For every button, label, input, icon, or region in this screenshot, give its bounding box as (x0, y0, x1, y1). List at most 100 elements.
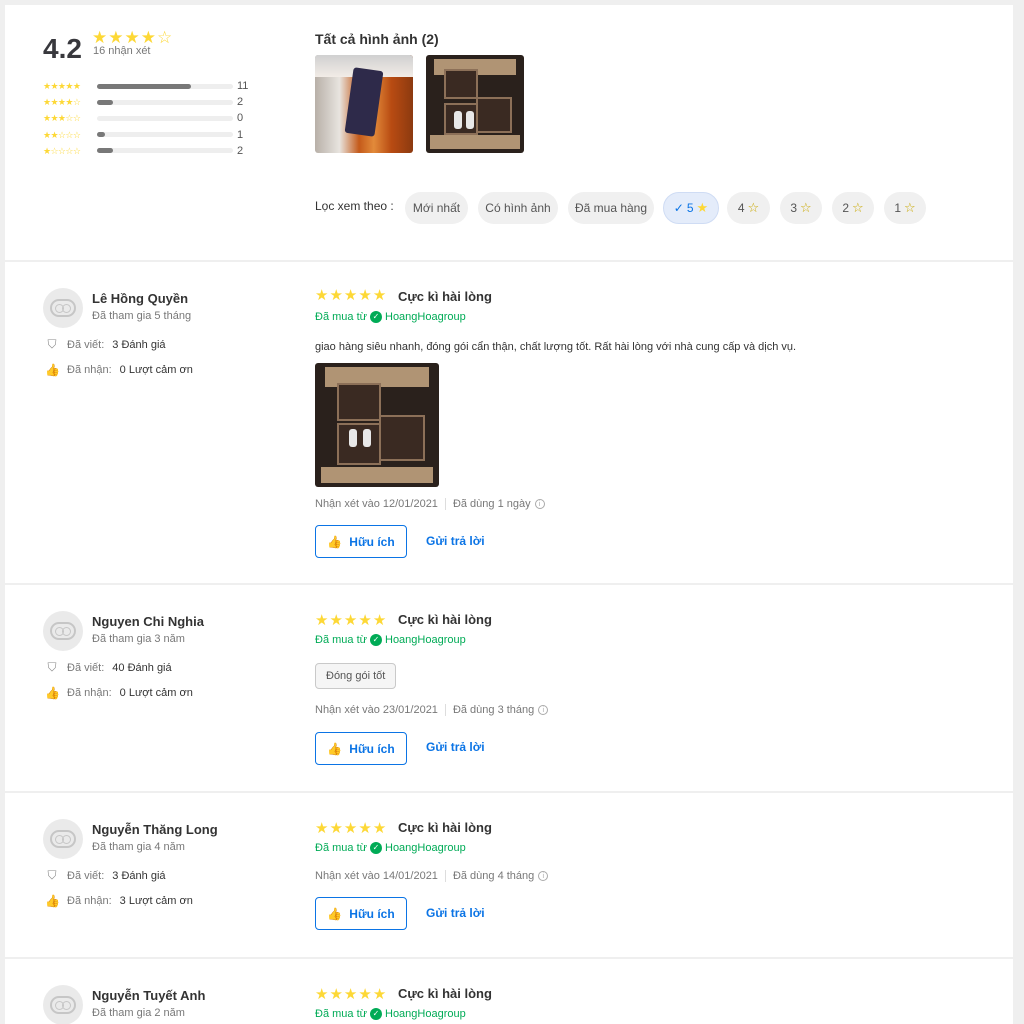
avatar-icon[interactable] (43, 611, 83, 651)
bought-from-label: Đã mua từ (315, 1008, 367, 1020)
thumbs-up-icon: 👍 (45, 363, 60, 377)
avatar-icon[interactable] (43, 819, 83, 859)
two-stars-icon: ★★☆☆☆ (43, 129, 81, 140)
four-stars-icon: ★★★★☆ (43, 97, 81, 108)
rating-summary-panel: 4.2 ★ ★ ★ ★ ☆ 16 nhận xét ★★★★★ 11 ★★★★☆… (5, 5, 1013, 260)
star-outline-icon: ☆ (800, 200, 812, 215)
distribution-bar (97, 148, 233, 154)
reviewer-name[interactable]: Nguyen Chi Nghia (92, 614, 204, 629)
thumbs-up-icon: 👍 (327, 906, 343, 921)
shield-icon: ⛉ (47, 337, 57, 351)
star-icon: ★ (315, 287, 329, 304)
chip-label: 1 (894, 201, 902, 215)
avatar-icon[interactable] (43, 288, 83, 328)
reviewer-name[interactable]: Nguyễn Tuyết Anh (92, 988, 205, 1003)
helpful-button[interactable]: 👍 Hữu ích (315, 732, 407, 765)
distribution-row-5[interactable]: ★★★★★ 11 (43, 78, 248, 94)
usage-duration: Đã dùng 1 ngày (452, 498, 531, 510)
filter-with-images-chip[interactable]: Có hình ảnh (478, 192, 558, 224)
review-rating-stars: ★ ★ ★ ★ ★ (315, 288, 386, 304)
seller-name[interactable]: HoangHoagroup (385, 1008, 466, 1020)
average-score: 4.2 (43, 33, 82, 64)
filter-1-star-chip[interactable]: 1 ☆ (884, 192, 926, 224)
info-icon[interactable]: i (534, 499, 545, 509)
bought-from: Đã mua từ ✓ HoangHoagroup (315, 634, 466, 646)
reply-link[interactable]: Gửi trả lời (426, 534, 485, 548)
review-image-thumbnail[interactable] (426, 55, 524, 153)
info-icon[interactable]: i (538, 705, 549, 715)
distribution-fill (97, 83, 191, 89)
filter-5-star-chip[interactable]: ✓ 5 ★ (663, 192, 719, 224)
review-date: Nhận xét vào 23/01/2021 (315, 704, 438, 716)
info-icon[interactable]: i (538, 871, 549, 881)
review-item: Lê Hồng Quyền Đã tham gia 5 tháng ⛉ Đã v… (5, 262, 1013, 583)
chip-label: 4 (737, 201, 745, 215)
chip-label: 3 (790, 201, 798, 215)
review-item: Nguyễn Thăng Long Đã tham gia 4 năm ⛉ Đã… (5, 793, 1013, 957)
filter-newest-chip[interactable]: Mới nhất (405, 192, 468, 224)
helpful-button[interactable]: 👍 Hữu ích (315, 897, 407, 930)
review-meta: Nhận xét vào 23/01/2021 Đã dùng 3 tháng … (315, 704, 549, 716)
avatar-icon[interactable] (43, 985, 83, 1024)
review-date: Nhận xét vào 12/01/2021 (315, 498, 438, 510)
star-icon: ★ (315, 986, 329, 1003)
shield-icon: ⛉ (47, 660, 57, 674)
helpful-label: Hữu ích (349, 906, 395, 921)
filter-4-star-chip[interactable]: 4 ☆ (727, 192, 770, 224)
review-image[interactable] (315, 363, 439, 487)
star-outline-icon: ☆ (852, 200, 864, 215)
review-image-thumbnail[interactable] (315, 55, 413, 153)
distribution-row-1[interactable]: ★☆☆☆☆ 2 (43, 143, 243, 159)
reviewer-joined: Đã tham gia 3 năm (92, 633, 185, 645)
rating-distribution: ★★★★★ 11 ★★★★☆ 2 ★★★☆☆ 0 ★★☆☆☆ 1 ★☆☆☆☆ 2 (43, 78, 248, 159)
review-rating-stars: ★ ★ ★ ★ ★ (315, 821, 386, 837)
bought-from-label: Đã mua từ (315, 311, 367, 323)
distribution-fill (97, 148, 114, 154)
stat-label: Đã viết: (67, 661, 105, 674)
review-item: Nguyen Chi Nghia Đã tham gia 3 năm ⛉ Đã … (5, 585, 1013, 791)
distribution-row-4[interactable]: ★★★★☆ 2 (43, 94, 243, 110)
star-outline-icon: ☆ (904, 200, 916, 215)
review-content: giao hàng siêu nhanh, đóng gói cẩn thận,… (315, 341, 797, 353)
stat-label: Đã nhận: (67, 895, 112, 907)
stat-value: 40 Đánh giá (112, 661, 172, 674)
review-tag: Đóng gói tốt (315, 663, 397, 689)
review-meta: Nhận xét vào 14/01/2021 Đã dùng 4 tháng … (315, 870, 549, 882)
star-icon: ★ (372, 612, 387, 629)
thumbs-up-icon: 👍 (45, 686, 60, 700)
filter-2-star-chip[interactable]: 2 ☆ (832, 192, 874, 224)
distribution-row-3[interactable]: ★★★☆☆ 0 (43, 110, 243, 126)
thanks-received-stat: 👍 Đã nhận: 0 Lượt cảm ơn (45, 363, 193, 377)
bought-from: Đã mua từ ✓ HoangHoagroup (315, 1008, 466, 1020)
verified-icon: ✓ (370, 842, 382, 854)
reply-link[interactable]: Gửi trả lời (426, 906, 485, 920)
reply-link[interactable]: Gửi trả lời (426, 740, 485, 754)
distribution-count: 2 (237, 96, 244, 109)
seller-name[interactable]: HoangHoagroup (385, 634, 466, 646)
seller-name[interactable]: HoangHoagroup (385, 842, 466, 854)
distribution-row-2[interactable]: ★★☆☆☆ 1 (43, 127, 243, 143)
filter-3-star-chip[interactable]: 3 ☆ (780, 192, 822, 224)
review-date: Nhận xét vào 14/01/2021 (315, 870, 438, 882)
star-icon: ★ (343, 820, 358, 837)
filter-purchased-chip[interactable]: Đã mua hàng (568, 192, 654, 224)
star-icon: ★ (329, 287, 343, 304)
distribution-bar (97, 115, 233, 121)
reviewer-joined: Đã tham gia 4 năm (92, 841, 185, 853)
star-icon: ★ (315, 612, 329, 629)
seller-name[interactable]: HoangHoagroup (385, 311, 466, 323)
star-outline-icon: ☆ (747, 200, 760, 215)
stat-label: Đã viết: (67, 338, 105, 351)
reviewer-name[interactable]: Nguyễn Thăng Long (92, 822, 218, 837)
review-rating-stars: ★ ★ ★ ★ ★ (315, 987, 386, 1003)
bought-from: Đã mua từ ✓ HoangHoagroup (315, 842, 466, 854)
thumbs-up-icon: 👍 (327, 534, 343, 549)
review-title: Cực kì hài lòng (398, 612, 492, 627)
star-icon: ★ (315, 820, 329, 837)
star-icon: ★ (358, 986, 372, 1003)
helpful-button[interactable]: 👍 Hữu ích (315, 525, 407, 558)
reviewer-name[interactable]: Lê Hồng Quyền (92, 291, 188, 306)
review-item: Nguyễn Tuyết Anh Đã tham gia 2 năm ★ ★ ★ ★ ★… (5, 959, 1013, 1024)
review-title: Cực kì hài lòng (398, 820, 492, 835)
bought-from-label: Đã mua từ (315, 842, 367, 854)
